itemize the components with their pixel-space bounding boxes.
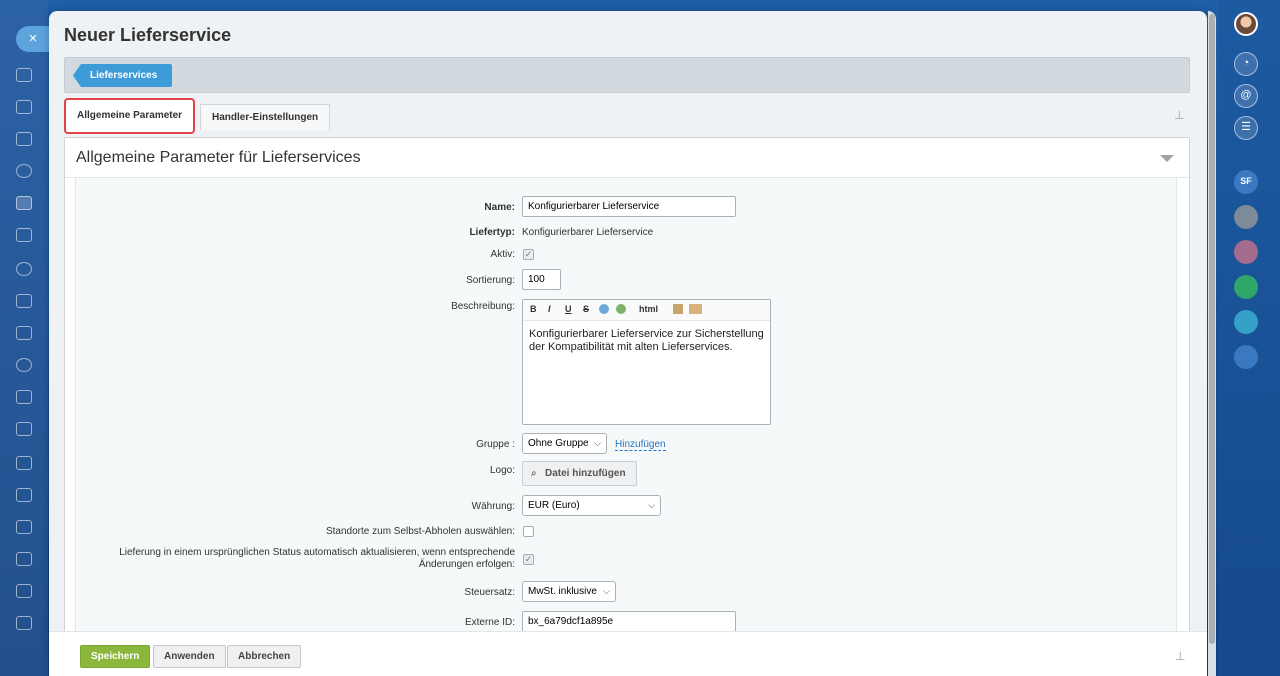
- image-icon[interactable]: [599, 304, 609, 314]
- contact-avatar-2[interactable]: [1234, 240, 1258, 264]
- type-value: Konfigurierbarer Lieferservice: [522, 227, 654, 238]
- scrollbar-thumb[interactable]: [1209, 14, 1215, 644]
- content-box: Allgemeine Parameter für Lieferservices …: [64, 137, 1190, 676]
- group-label: Gruppe :: [476, 439, 515, 450]
- slider-panel: Neuer Lieferservice Lieferservices Allge…: [49, 11, 1207, 676]
- bookmark-icon[interactable]: [1234, 345, 1258, 369]
- people-icon[interactable]: [16, 584, 32, 598]
- italic-button[interactable]: I: [548, 304, 551, 314]
- close-slider-button[interactable]: ×: [16, 26, 50, 52]
- user-initials-avatar[interactable]: SF: [1234, 170, 1258, 194]
- footer-pin-icon[interactable]: ⊥: [1175, 649, 1185, 663]
- chevron-down-icon: ⌵: [603, 586, 610, 596]
- add-file-button[interactable]: ⌕ Datei hinzufügen: [522, 461, 637, 486]
- circle-icon[interactable]: [16, 262, 32, 276]
- bell-icon[interactable]: ◔: [1234, 52, 1258, 76]
- pickup-label: Standorte zum Selbst-Abholen auswählen:: [325, 526, 515, 537]
- chat-icon[interactable]: [16, 294, 32, 308]
- calendar-icon[interactable]: [16, 100, 32, 114]
- bold-button[interactable]: B: [530, 304, 537, 314]
- editor-toolbar: B I U S html: [523, 300, 770, 321]
- paste-icon[interactable]: [673, 304, 683, 314]
- active-checkbox[interactable]: ✓: [523, 249, 534, 260]
- external-id-label: Externe ID:: [464, 617, 515, 628]
- apply-button[interactable]: Anwenden: [153, 645, 226, 668]
- menu-icon[interactable]: [16, 68, 32, 82]
- font-icon[interactable]: [689, 304, 702, 314]
- description-label: Beschreibung:: [451, 301, 515, 312]
- logo-label: Logo:: [489, 465, 515, 476]
- contact-avatar-3[interactable]: [1234, 275, 1258, 299]
- contact-avatar-1[interactable]: [1234, 205, 1258, 229]
- calendar2-icon[interactable]: [16, 422, 32, 436]
- cart-icon[interactable]: [16, 196, 32, 210]
- monitor-icon[interactable]: [16, 488, 32, 502]
- target-icon[interactable]: [16, 164, 32, 178]
- contact-avatar-4[interactable]: [1234, 310, 1258, 334]
- mail-icon[interactable]: [16, 552, 32, 566]
- tax-select[interactable]: MwSt. inklusive ⌵: [522, 581, 616, 602]
- autoupdate-checkbox[interactable]: ✓: [523, 554, 534, 565]
- link-icon[interactable]: [616, 304, 626, 314]
- underline-button[interactable]: U: [565, 304, 572, 314]
- section-header[interactable]: Allgemeine Parameter für Lieferservices: [65, 138, 1189, 178]
- autoupdate-label-1: Lieferung in einem ursprünglichen Status…: [119, 547, 515, 558]
- chevron-down-icon: ⌵: [594, 438, 601, 448]
- type-label: Liefertyp:: [469, 227, 515, 238]
- name-label: Name:: [484, 202, 515, 213]
- card-icon[interactable]: [16, 520, 32, 534]
- chevron-down-icon[interactable]: [1160, 155, 1174, 162]
- document-icon[interactable]: [16, 390, 32, 404]
- external-id-input[interactable]: bx_6a79dcf1a895e: [522, 611, 736, 632]
- sort-label: Sortierung:: [466, 275, 515, 286]
- chevron-down-icon: ⌵: [648, 500, 655, 510]
- strike-button[interactable]: S: [583, 304, 589, 314]
- sort-input[interactable]: 100: [522, 269, 561, 290]
- checkbox-icon[interactable]: [16, 228, 32, 242]
- left-app-sidebar: [0, 0, 48, 676]
- bank-icon[interactable]: [16, 132, 32, 146]
- page-title: Neuer Lieferservice: [64, 25, 232, 45]
- page-icon[interactable]: [16, 456, 32, 470]
- tab-bar: Allgemeine Parameter Handler-Einstellung…: [64, 98, 1190, 138]
- gear-icon[interactable]: [16, 616, 32, 630]
- description-editor[interactable]: B I U S html Konfigurierbarer Lieferserv…: [522, 299, 771, 425]
- cancel-button[interactable]: Abbrechen: [227, 645, 302, 668]
- breadcrumb: Lieferservices: [64, 57, 1190, 93]
- right-app-sidebar: ◔ @ ☰ SF: [1218, 0, 1280, 676]
- section-title: Allgemeine Parameter für Lieferservices: [76, 149, 361, 166]
- chat-bubble-icon[interactable]: ☰: [1234, 116, 1258, 140]
- tax-label: Steuersatz:: [464, 587, 515, 598]
- breadcrumb-item-lieferservices[interactable]: Lieferservices: [73, 64, 173, 87]
- diamond-icon[interactable]: [16, 326, 32, 340]
- form-area: Name: Konfigurierbarer Lieferservice Lie…: [75, 178, 1177, 638]
- spiral-icon[interactable]: @: [1234, 84, 1258, 108]
- name-input[interactable]: Konfigurierbarer Lieferservice: [522, 196, 736, 217]
- tab-handler-einstellungen[interactable]: Handler-Einstellungen: [200, 104, 331, 130]
- currency-label: Währung:: [471, 501, 515, 512]
- pin-icon[interactable]: ⊥: [1174, 108, 1184, 122]
- pickup-checkbox[interactable]: [523, 526, 534, 537]
- group-select[interactable]: Ohne Gruppe ⌵: [522, 433, 607, 454]
- user-avatar[interactable]: [1234, 12, 1258, 36]
- settings-icon[interactable]: [16, 358, 32, 372]
- currency-select[interactable]: EUR (Euro) ⌵: [522, 495, 661, 516]
- html-button[interactable]: html: [639, 304, 658, 314]
- autoupdate-label-2: Änderungen erfolgen:: [418, 559, 515, 570]
- description-text: Konfigurierbarer Lieferservice zur Siche…: [529, 328, 764, 353]
- save-button[interactable]: Speichern: [80, 645, 151, 668]
- group-add-link[interactable]: Hinzufügen: [615, 439, 666, 451]
- paperclip-icon: ⌕: [531, 468, 537, 479]
- tab-allgemeine-parameter[interactable]: Allgemeine Parameter: [64, 98, 196, 134]
- footer-bar: Speichern Anwenden Abbrechen ⊥: [49, 631, 1207, 676]
- active-label: Aktiv:: [490, 249, 515, 260]
